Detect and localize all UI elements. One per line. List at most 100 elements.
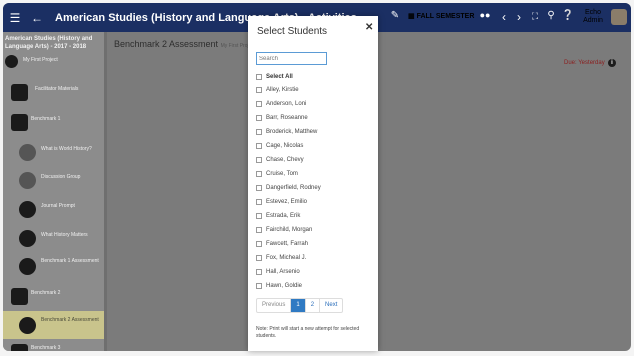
student-row[interactable]: Hall, Arsenio xyxy=(256,267,300,277)
student-checkbox[interactable] xyxy=(256,101,262,107)
edit-icon[interactable]: ✎ xyxy=(387,10,403,21)
menu-icon[interactable]: ☰ xyxy=(7,11,23,25)
page-title-text: Benchmark 2 Assessment xyxy=(114,39,219,49)
student-row[interactable]: Cage, Nicolas xyxy=(256,141,303,151)
select-all-checkbox[interactable] xyxy=(256,74,262,80)
student-row[interactable]: Estrada, Erik xyxy=(256,211,300,221)
sidebar-item-label: What History Matters xyxy=(41,232,88,238)
dialog-title: Select Students xyxy=(257,26,328,37)
student-name: Anderson, Loni xyxy=(266,101,307,107)
select-students-dialog: Select Students ✕ Select All Alley, Kirs… xyxy=(248,16,378,351)
student-row[interactable]: Broderick, Matthew xyxy=(256,127,317,137)
people-icon[interactable]: ●● xyxy=(477,10,493,20)
semester-label: FALL SEMESTER xyxy=(416,13,475,20)
student-checkbox[interactable] xyxy=(256,115,262,121)
semester-selector[interactable]: ▦ FALL SEMESTER xyxy=(408,12,474,20)
photo-icon xyxy=(19,172,36,189)
student-checkbox[interactable] xyxy=(256,199,262,205)
pagination-page-2[interactable]: 2 xyxy=(306,299,321,312)
select-all-checkbox-row[interactable]: Select All xyxy=(256,72,293,82)
calendar-icon: ▦ xyxy=(408,13,415,20)
sidebar-item-benchmark-3[interactable]: Benchmark 3 xyxy=(3,340,107,351)
sidebar-item-label: Benchmark 3 xyxy=(31,345,61,351)
student-row[interactable]: Fairchild, Morgan xyxy=(256,225,312,235)
student-name: Estevez, Emilio xyxy=(266,199,308,205)
user-name[interactable]: Echo Admin xyxy=(581,9,605,25)
student-checkbox[interactable] xyxy=(256,157,262,163)
chevron-right-icon[interactable]: › xyxy=(511,10,527,24)
student-row[interactable]: Estevez, Emilio xyxy=(256,197,307,207)
student-checkbox[interactable] xyxy=(256,87,262,93)
close-icon[interactable]: ✕ xyxy=(365,22,373,33)
assessment-icon xyxy=(19,317,36,334)
folder-icon xyxy=(11,84,28,101)
student-row[interactable]: Hawn, Goldie xyxy=(256,281,302,291)
assessment-icon xyxy=(19,258,36,275)
sidebar-item-label: Journal Prompt xyxy=(41,203,75,209)
student-checkbox[interactable] xyxy=(256,129,262,135)
student-name: Hawn, Goldie xyxy=(266,283,303,289)
help-icon[interactable]: ❔ xyxy=(560,10,576,21)
search-input[interactable] xyxy=(256,52,327,65)
student-name: Fox, Micheal J. xyxy=(266,255,307,261)
fullscreen-icon[interactable]: ⛶ xyxy=(527,11,543,22)
student-checkbox[interactable] xyxy=(256,185,262,191)
sidebar-item-label: What is World History? xyxy=(41,146,92,152)
back-arrow-icon[interactable]: ← xyxy=(29,11,45,25)
student-checkbox[interactable] xyxy=(256,143,262,149)
student-row[interactable]: Cruise, Tom xyxy=(256,169,298,179)
sidebar-item-facilitator-materials[interactable]: Facilitator Materials xyxy=(3,78,107,108)
student-row[interactable]: Fox, Micheal J. xyxy=(256,253,306,263)
student-checkbox[interactable] xyxy=(256,213,262,219)
print-note: Note: Print will start a new attempt for… xyxy=(256,326,360,339)
student-name: Alley, Kirstie xyxy=(266,87,299,93)
student-row[interactable]: Anderson, Loni xyxy=(256,99,306,109)
select-all-label: Select All xyxy=(266,74,293,80)
student-name: Hall, Arsenio xyxy=(266,269,300,275)
sidebar-item-journal-prompt[interactable]: Journal Prompt xyxy=(3,195,107,225)
student-checkbox[interactable] xyxy=(256,227,262,233)
info-icon[interactable]: i xyxy=(608,59,616,67)
student-name: Barr, Roseanne xyxy=(266,115,308,121)
student-name: Cage, Nicolas xyxy=(266,143,304,149)
document-icon xyxy=(19,230,36,247)
pagination: Previous 1 2 Next xyxy=(256,298,344,313)
student-name: Fairchild, Morgan xyxy=(266,227,313,233)
student-row[interactable]: Chase, Chevy xyxy=(256,155,304,165)
sidebar-item-label: My First Project xyxy=(23,57,58,63)
sidebar-item-benchmark-2-assessment[interactable]: Benchmark 2 Assessment xyxy=(3,311,107,339)
student-name: Broderick, Matthew xyxy=(266,129,318,135)
sidebar-item-benchmark-1[interactable]: Benchmark 1 xyxy=(3,108,107,138)
student-row[interactable]: Barr, Roseanne xyxy=(256,113,308,123)
photo-icon xyxy=(19,144,36,161)
sidebar-item-my-first-project[interactable]: My First Project xyxy=(3,51,107,73)
project-icon xyxy=(5,55,18,68)
sidebar-item-benchmark-1-assessment[interactable]: Benchmark 1 Assessment xyxy=(3,252,107,282)
student-row[interactable]: Dangerfield, Rodney xyxy=(256,183,321,193)
sidebar-scrollbar[interactable] xyxy=(104,32,107,351)
sidebar-item-what-is-world-history[interactable]: What is World History? xyxy=(3,138,107,168)
sidebar-item-what-history-matters[interactable]: What History Matters xyxy=(3,224,107,254)
student-checkbox[interactable] xyxy=(256,255,262,261)
student-name: Dangerfield, Rodney xyxy=(266,185,321,191)
student-name: Cruise, Tom xyxy=(266,171,298,177)
search-icon[interactable]: ⚲ xyxy=(543,10,559,21)
sidebar-item-label: Facilitator Materials xyxy=(35,86,79,92)
sidebar: American Studies (History and Language A… xyxy=(3,32,107,351)
sidebar-item-benchmark-2[interactable]: Benchmark 2 xyxy=(3,282,107,312)
pagination-page-1[interactable]: 1 xyxy=(291,299,306,312)
student-name: Estrada, Erik xyxy=(266,213,301,219)
chevron-left-icon[interactable]: ‹ xyxy=(496,10,512,24)
student-checkbox[interactable] xyxy=(256,269,262,275)
sidebar-item-discussion-group[interactable]: Discussion Group xyxy=(3,166,107,196)
pagination-previous-button[interactable]: Previous xyxy=(257,299,292,312)
pagination-next-button[interactable]: Next xyxy=(320,299,342,312)
student-name: Chase, Chevy xyxy=(266,157,304,163)
folder-open-icon xyxy=(11,114,28,131)
student-row[interactable]: Fawcett, Farrah xyxy=(256,239,308,249)
student-checkbox[interactable] xyxy=(256,241,262,247)
student-checkbox[interactable] xyxy=(256,283,262,289)
student-row[interactable]: Alley, Kirstie xyxy=(256,85,299,95)
avatar[interactable] xyxy=(611,9,627,25)
student-checkbox[interactable] xyxy=(256,171,262,177)
